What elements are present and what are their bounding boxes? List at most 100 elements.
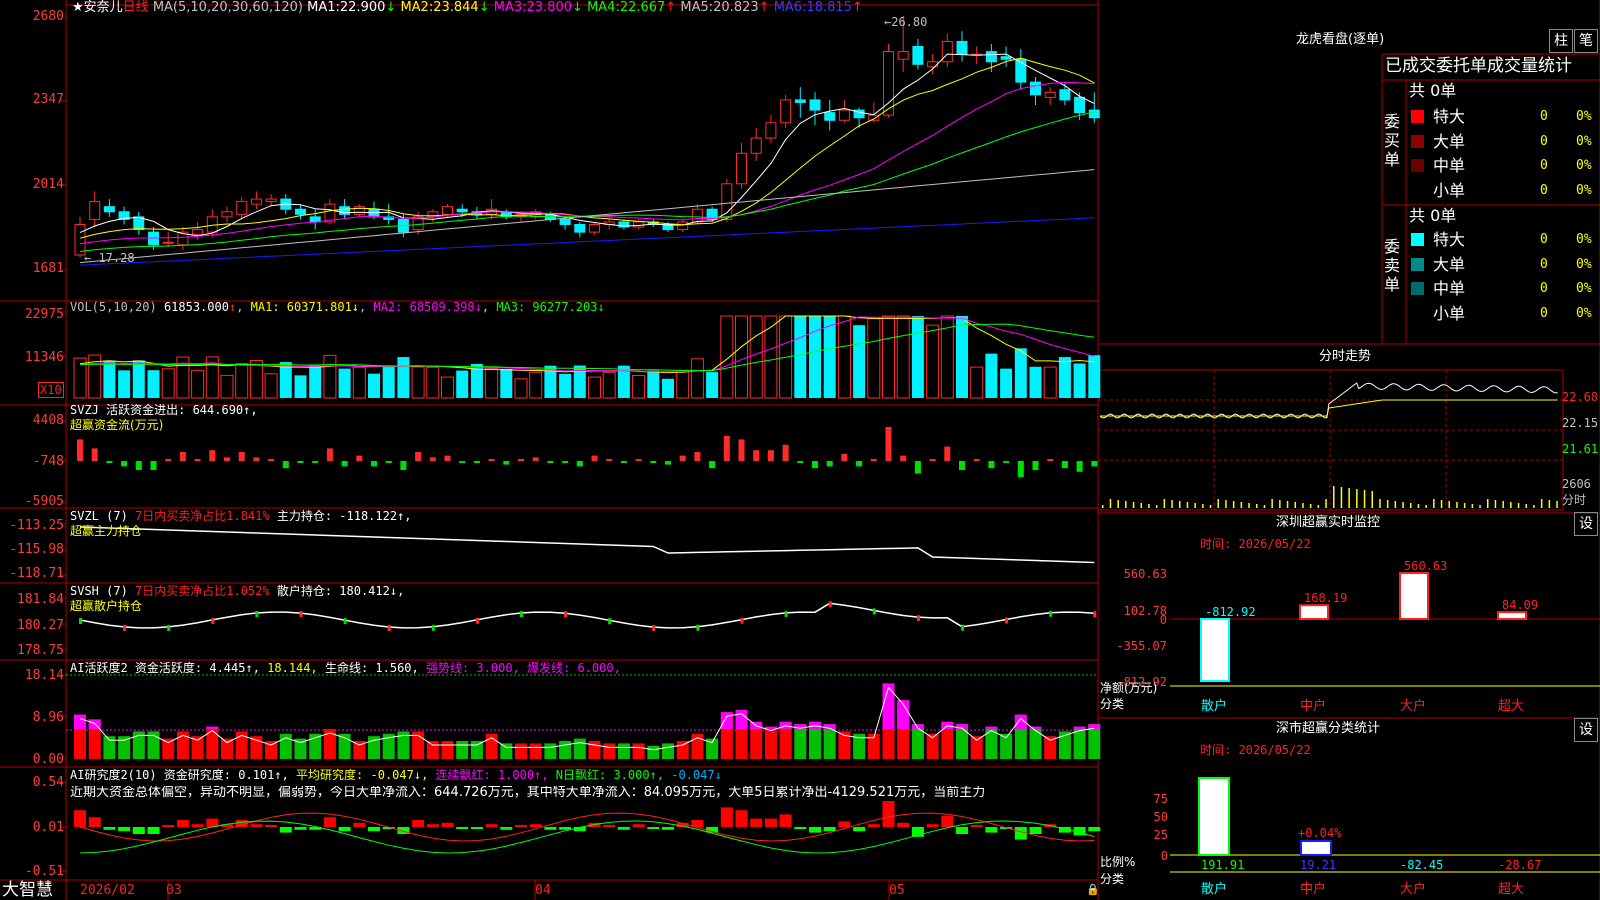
ma2-label: MA2: [400,0,434,15]
candle-body-down [1088,109,1100,119]
stat-category: 中户 [1300,881,1326,897]
price-tick: 2680 [32,9,64,24]
research-bar-up [750,818,763,827]
order-size-label: 小单 [1433,180,1466,200]
activity-bar [764,726,777,759]
order-percent: 0% [1576,158,1592,173]
fundflow-bar-out [121,461,128,467]
candle-body-up [324,203,336,223]
volume-bar-up [235,363,249,399]
volume-bar-up [720,315,734,399]
fundflow-bar-in [326,448,333,461]
intraday-vol-bar [1109,499,1112,508]
intraday-vol-bar [1363,490,1366,508]
sell-total: 共 0单 [1409,206,1457,225]
activity-bar-top [985,726,998,729]
intraday-vol-bar [1171,500,1173,508]
volume-bar-up [867,318,881,399]
fundflow-bar-out [959,461,965,470]
monitor-category: 超大 [1498,699,1524,714]
volume-bar-up [970,366,984,399]
volume-bar-down [662,378,674,398]
stat-bar-label: -82.45 [1400,858,1443,872]
fundflow-bar-out [341,461,348,467]
intraday-vol-bar [1333,486,1335,508]
candle-body-down [1030,81,1041,96]
fundflow-bar-out [282,461,289,469]
volume-bar-down [118,370,131,398]
research-bar-up [88,817,101,827]
volume-bar-up [926,324,940,399]
intraday-vol-bar [1502,501,1504,508]
research-bar-up [191,824,204,827]
sell-orders-label: 委卖单 [1384,237,1401,294]
candle-body-down [309,216,321,223]
candle-body-up [677,221,689,231]
research-bar-up [926,824,939,827]
fundflow-bar-out [1091,461,1098,467]
activity-bar [676,741,689,759]
activity-bar [794,724,807,759]
vol-tick: 22975 [24,307,64,322]
lock-icon[interactable]: 🔒 [1086,883,1100,897]
research-bar-up [632,824,645,827]
monitor-time: 时间: 2026/05/22 [1200,537,1311,551]
intraday-vol-bar [1279,500,1281,508]
research-bar-up [779,814,792,827]
candle-body-up [162,241,174,244]
research-bar-down [338,827,351,832]
monitor-bar [1399,572,1429,620]
intraday-vol-bar [1556,501,1558,508]
fundflow-bar-in [900,455,907,461]
activity-bar-top [206,726,219,729]
order-percent: 0% [1576,281,1592,296]
candle-body-up [927,61,939,68]
ma4-label: MA4: [587,0,620,15]
intraday-vol-bar [1456,502,1458,508]
stat-tick: 50 [1153,810,1168,824]
volume-bar-down [794,316,807,398]
fundflow-bar-out [297,461,304,463]
candle-body-up [589,223,600,233]
volume-bar-up [441,376,454,399]
research-bar-up [353,822,366,827]
stat-bar [1198,777,1230,856]
tick-mode-button[interactable]: 笔 [1574,29,1598,53]
intraday-vol-bar [1271,499,1273,508]
candle-body-up [780,99,792,124]
fundflow-bar-in [415,452,422,461]
ma2-line [79,57,1095,239]
vol-ma1: MA1: 60371.801↓ [250,300,360,314]
intraday-vol-bar [1263,505,1266,508]
candle-body-down [794,99,806,103]
bar-mode-button[interactable]: 柱 [1549,29,1573,53]
intraday-vol-bar [1348,488,1350,508]
volume-bar-up [514,378,528,399]
intraday-vol-bar [1417,504,1420,508]
intraday-vol-bar [1309,504,1312,508]
order-percent: 0% [1576,133,1592,149]
order-percent: 0% [1576,305,1592,321]
activity-bar [250,736,263,759]
monitor-settings-button[interactable]: 设 [1574,512,1598,536]
stat-settings-button[interactable]: 设 [1574,718,1598,742]
intraday-vol-bar [1533,505,1535,508]
candle-body-up [236,201,248,215]
retail-change-tick [299,611,303,618]
monitor-bar-label: 84.09 [1502,598,1538,612]
fundflow-bar-out [665,461,671,465]
volume-bar-up [735,315,748,399]
order-size-label: 大单 [1433,254,1466,274]
retail-change-tick [784,610,788,617]
chart-canvas[interactable]: -812.92 散户 168.19 中户 560.63 大户 84.09 超大 191.91 散户… [0,0,1600,900]
intraday-vol-bar [1217,499,1219,508]
volume-bar-up [529,371,543,399]
ai1-tick: 18.14 [24,668,64,683]
order-color-swatch [1411,257,1424,274]
volume-bar-up [191,369,205,399]
intraday-vol-bar [1487,499,1489,508]
activity-bar-top [74,714,86,729]
intraday-vol-bar [1179,501,1181,508]
intraday-vol-bar [1433,499,1435,508]
volume-bar-down [382,365,395,398]
